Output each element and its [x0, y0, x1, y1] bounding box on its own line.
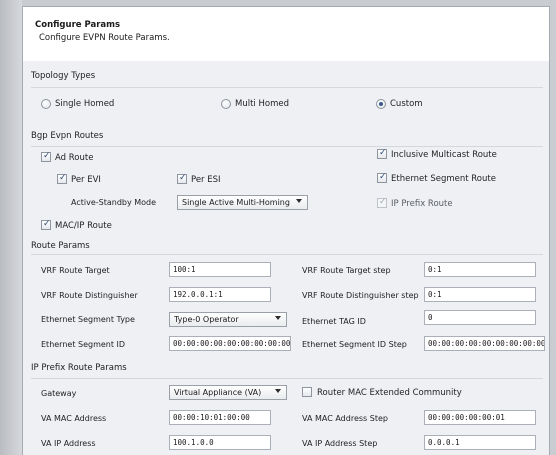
ip-prefix-route-label: IP Prefix Route — [391, 199, 453, 209]
radio-multi-homed[interactable] — [221, 99, 231, 109]
ethernet-tag-id-label: Ethernet TAG ID — [302, 317, 366, 326]
vrf-route-distinguisher-step-label: VRF Route Distinguisher step — [302, 291, 419, 300]
radio-custom[interactable] — [376, 99, 386, 109]
mac-ip-route-checkbox[interactable]: ✓ — [41, 219, 51, 230]
va-mac-address-step-label: VA MAC Address Step — [302, 414, 388, 423]
ethernet-segment-type-label: Ethernet Segment Type — [41, 315, 135, 324]
checkmark-icon: ✓ — [43, 151, 51, 161]
ethernet-tag-id-input[interactable]: 0 — [424, 310, 536, 325]
vrf-route-distinguisher-input[interactable]: 192.0.0.1:1 — [169, 287, 271, 302]
checkmark-icon: ✓ — [179, 173, 187, 183]
window-shadow — [0, 0, 22, 455]
router-mac-extended-community-checkbox[interactable] — [302, 387, 312, 397]
ethernet-segment-id-input[interactable]: 00:00:00:00:00:00:00:00:00 — [169, 336, 291, 351]
configure-params-dialog: Configure Params Configure EVPN Route Pa… — [22, 6, 550, 455]
topology-types-label: Topology Types — [31, 71, 96, 81]
per-esi-label: Per ESI — [191, 175, 221, 185]
ethernet-segment-id-step-label: Ethernet Segment ID Step — [302, 340, 407, 349]
active-standby-mode-label: Active-Standby Mode — [71, 198, 157, 207]
vrf-route-distinguisher-label: VRF Route Distinguisher — [41, 291, 138, 300]
gateway-select[interactable]: Virtual Appliance (VA) — [169, 385, 287, 400]
ethernet-segment-route-checkbox[interactable]: ✓ — [377, 172, 387, 183]
mac-ip-route-label: MAC/IP Route — [55, 221, 112, 231]
va-ip-address-label: VA IP Address — [41, 439, 96, 448]
ip-prefix-route-params-label: IP Prefix Route Params — [31, 363, 127, 373]
vrf-route-distinguisher-step-input[interactable]: 0:1 — [424, 287, 536, 302]
vrf-route-target-step-label: VRF Route Target step — [302, 266, 391, 275]
va-ip-address-input[interactable]: 100.1.0.0 — [169, 435, 271, 450]
topology-divider — [31, 87, 543, 88]
route-params-label: Route Params — [31, 241, 90, 251]
va-ip-address-step-label: VA IP Address Step — [302, 439, 378, 448]
params-panel: Topology Types Single Homed Multi Homed … — [23, 61, 549, 455]
bgp-evpn-routes-label: Bgp Evpn Routes — [31, 131, 104, 141]
vrf-route-target-input[interactable]: 100:1 — [169, 262, 271, 277]
va-mac-address-step-input[interactable]: 00:00:00:00:00:01 — [424, 410, 536, 425]
radio-multi-homed-label: Multi Homed — [235, 99, 289, 109]
dropdown-arrow-icon — [296, 199, 302, 203]
gateway-label: Gateway — [41, 389, 77, 398]
radio-custom-label: Custom — [390, 99, 423, 109]
active-standby-mode-value: Single Active Multi-Homing — [182, 198, 290, 207]
vrf-route-target-label: VRF Route Target — [41, 266, 110, 275]
checkmark-icon: ✓ — [379, 148, 387, 158]
va-mac-address-input[interactable]: 00:00:10:01:00:00 — [169, 410, 271, 425]
route-params-divider — [31, 254, 543, 255]
ethernet-segment-route-label: Ethernet Segment Route — [391, 174, 496, 184]
inclusive-multicast-checkbox[interactable]: ✓ — [377, 148, 387, 159]
ethernet-segment-type-value: Type-0 Operator — [174, 315, 239, 324]
checkmark-icon: ✓ — [43, 219, 51, 229]
ip-prefix-divider — [31, 378, 543, 379]
checkmark-icon: ✓ — [59, 173, 67, 183]
per-evi-label: Per EVI — [71, 175, 101, 185]
ad-route-label: Ad Route — [55, 153, 94, 163]
gateway-value: Virtual Appliance (VA) — [174, 388, 262, 397]
active-standby-mode-select[interactable]: Single Active Multi-Homing — [177, 195, 308, 210]
radio-single-homed-label: Single Homed — [55, 99, 115, 109]
page-title: Configure Params — [35, 20, 121, 30]
bgp-divider — [31, 146, 543, 147]
ad-route-checkbox[interactable]: ✓ — [41, 151, 51, 162]
checkmark-icon: ✓ — [379, 197, 387, 207]
ethernet-segment-id-step-input[interactable]: 00:00:00:00:00:00:00:00:00 — [424, 336, 545, 351]
dropdown-arrow-icon — [275, 389, 281, 393]
page-subtitle: Configure EVPN Route Params. — [39, 33, 170, 43]
vrf-route-target-step-input[interactable]: 0:1 — [424, 262, 536, 277]
inclusive-multicast-label: Inclusive Multicast Route — [391, 150, 497, 160]
per-evi-checkbox[interactable]: ✓ — [57, 173, 67, 184]
per-esi-checkbox[interactable]: ✓ — [177, 173, 187, 184]
ip-prefix-route-checkbox: ✓ — [377, 197, 387, 208]
router-mac-extended-community-label: Router MAC Extended Community — [317, 388, 462, 398]
ethernet-segment-id-label: Ethernet Segment ID — [41, 340, 126, 349]
ethernet-segment-type-select[interactable]: Type-0 Operator — [169, 312, 287, 327]
radio-single-homed[interactable] — [41, 99, 51, 109]
va-ip-address-step-input[interactable]: 0.0.0.1 — [424, 435, 536, 450]
dropdown-arrow-icon — [275, 316, 281, 320]
va-mac-address-label: VA MAC Address — [41, 414, 107, 423]
dialog-header: Configure Params Configure EVPN Route Pa… — [23, 7, 549, 53]
checkmark-icon: ✓ — [379, 172, 387, 182]
